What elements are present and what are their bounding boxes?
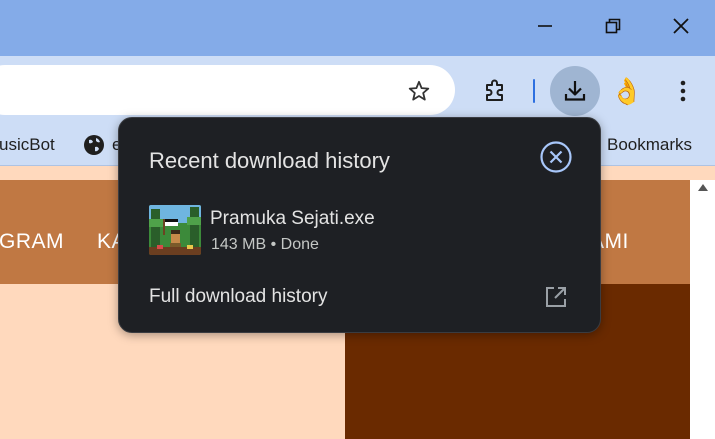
minimize-button[interactable]	[522, 6, 568, 46]
close-icon	[673, 18, 689, 34]
download-item[interactable]: Pramuka Sejati.exe 143 MB • Done	[119, 198, 602, 262]
close-popup-button[interactable]	[539, 140, 573, 174]
file-status: 143 MB • Done	[211, 236, 319, 253]
full-history-label: Full download history	[149, 286, 328, 307]
bookmark-star-button[interactable]	[400, 72, 438, 110]
download-bubble: Recent download history Pramuka Sejati.e…	[118, 117, 601, 333]
toolbar-divider	[533, 79, 535, 103]
all-bookmarks-button[interactable]: Bookmarks	[607, 135, 692, 155]
minimize-icon	[538, 25, 552, 27]
popup-title: Recent download history	[149, 148, 390, 173]
title-bar	[0, 0, 715, 56]
scrollbar[interactable]	[690, 180, 715, 439]
close-window-button[interactable]	[658, 6, 704, 46]
open-in-new-icon	[546, 287, 566, 307]
puzzle-icon	[486, 79, 503, 101]
address-bar[interactable]	[0, 65, 455, 115]
file-name: Pramuka Sejati.exe	[210, 208, 375, 229]
restore-icon	[605, 18, 621, 34]
kebab-menu-icon	[680, 80, 686, 102]
nav-link[interactable]: GRAM	[0, 230, 64, 254]
bookmark-star-icon	[408, 80, 430, 101]
restore-button[interactable]	[590, 6, 636, 46]
profile-avatar[interactable]: 👌	[607, 71, 647, 111]
chrome-menu-button[interactable]	[664, 71, 702, 111]
close-circle-icon	[540, 141, 572, 173]
extensions-button[interactable]	[474, 70, 516, 112]
file-thumbnail	[149, 205, 201, 255]
download-icon	[564, 81, 586, 101]
globe-icon	[84, 135, 104, 155]
downloads-button[interactable]	[550, 66, 600, 116]
bookmark-item[interactable]: usicBot	[0, 135, 55, 155]
full-download-history-link[interactable]: Full download history	[119, 278, 602, 318]
browser-window: 👌 usicBot e Bookmarks GRAM KA AMI Recent…	[0, 0, 715, 439]
scroll-up-arrow-icon[interactable]	[698, 184, 708, 191]
